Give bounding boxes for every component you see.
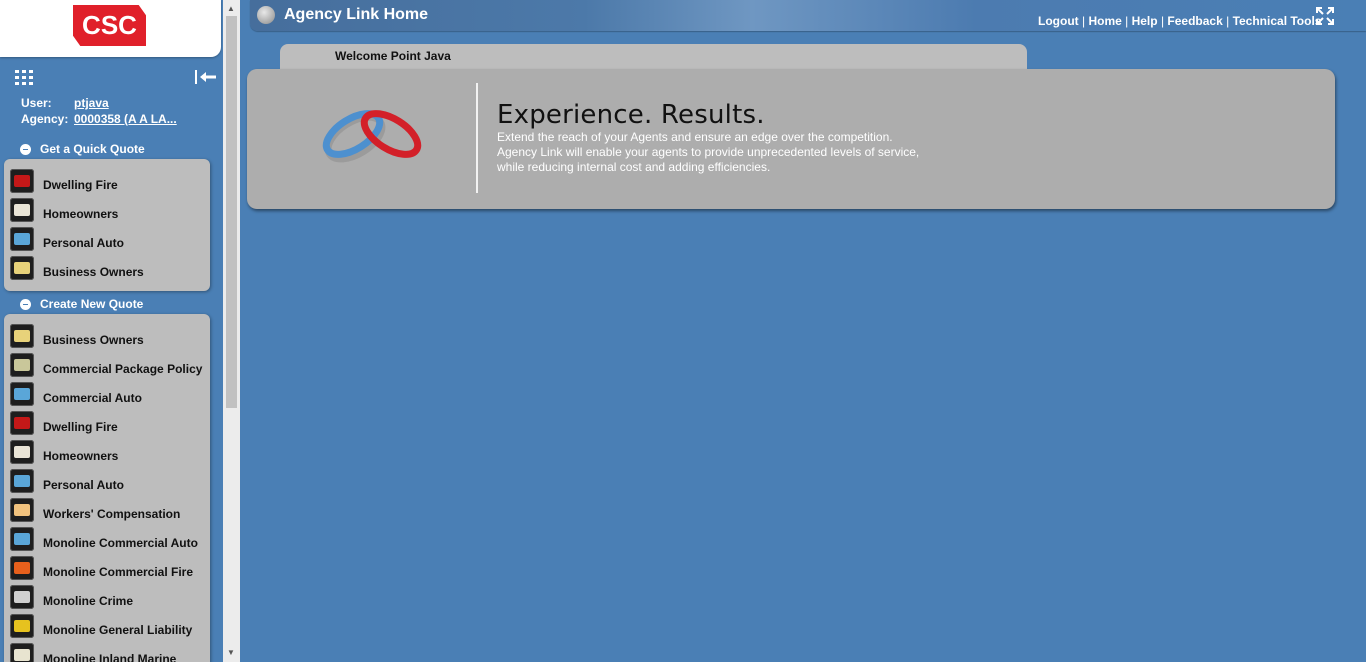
homeowners-icon — [10, 440, 34, 464]
monoline-commercial-auto-icon — [10, 527, 34, 551]
sidebar-item-business-owners[interactable]: Business Owners — [10, 322, 144, 348]
welcome-banner: Experience. Results. Extend the reach of… — [247, 69, 1335, 209]
scroll-down-arrow-icon[interactable]: ▼ — [227, 648, 235, 657]
logout-link[interactable]: Logout — [1038, 14, 1079, 28]
csc-logo: CSC — [73, 5, 146, 46]
banner-tagline-3: while reducing internal cost and adding … — [497, 160, 771, 174]
page-title: Agency Link Home — [284, 6, 429, 23]
commercial-auto-icon — [10, 382, 34, 406]
sidebar-item-personal-auto[interactable]: Personal Auto — [10, 467, 124, 493]
sidebar-item-dwelling-fire[interactable]: Dwelling Fire — [10, 409, 118, 435]
welcome-text: Welcome Point Java — [335, 49, 451, 63]
sidebar-item-label: Monoline Commercial Fire — [43, 565, 194, 579]
chain-links-logo-icon — [322, 110, 422, 163]
quick-quote-toggle[interactable]: Get a Quick Quote — [20, 142, 145, 156]
sidebar-item-commercial-auto[interactable]: Commercial Auto — [10, 380, 142, 406]
new-quote-toggle[interactable]: Create New Quote — [20, 297, 143, 311]
monoline-general-liability-icon — [10, 614, 34, 638]
monoline-inland-marine-icon — [10, 643, 34, 662]
sidebar-item-monoline-commercial-fire[interactable]: Monoline Commercial Fire — [10, 554, 193, 580]
monoline-commercial-fire-icon — [10, 556, 34, 580]
personal-auto-icon — [10, 469, 34, 493]
sidebar-item-label: Business Owners — [43, 265, 144, 279]
banner-divider — [476, 83, 478, 193]
banner-tagline-2: Agency Link will enable your agents to p… — [497, 145, 920, 159]
collapse-minus-icon — [20, 298, 31, 310]
sidebar-item-label: Homeowners — [43, 207, 119, 221]
new-quote-heading: Create New Quote — [40, 297, 144, 311]
sidebar-item-label: Monoline General Liability — [43, 623, 193, 637]
sidebar: CSC User: ptjava Agency: 0000358 (A A LA..… — [0, 0, 222, 662]
scrollbar-thumb[interactable] — [226, 16, 237, 408]
app-grid-icon[interactable] — [15, 70, 33, 85]
sidebar-item-monoline-crime[interactable]: Monoline Crime — [10, 583, 133, 609]
top-links: Logout | Home | Help | Feedback | Techni… — [1038, 14, 1322, 28]
banner-tagline-1: Extend the reach of your Agents and ensu… — [497, 130, 893, 144]
sidebar-item-label: Personal Auto — [43, 478, 124, 492]
fullscreen-expand-icon[interactable] — [1315, 6, 1335, 26]
sidebar-item-label: Commercial Package Policy — [43, 362, 203, 376]
sidebar-item-workers-compensation[interactable]: Workers' Compensation — [10, 496, 180, 522]
user-link[interactable]: ptjava — [74, 96, 109, 110]
quick-quote-heading: Get a Quick Quote — [40, 142, 145, 156]
quick-quote-panel: Dwelling Fire Homeowners Personal Auto Busi… — [4, 159, 210, 291]
feedback-link[interactable]: Feedback — [1167, 14, 1222, 28]
banner-headline: Experience. Results. — [497, 100, 765, 130]
sidebar-item-label: Dwelling Fire — [43, 178, 118, 192]
dwelling-fire-icon — [10, 169, 34, 193]
collapse-sidebar-icon[interactable] — [194, 69, 218, 85]
sidebar-item-homeowners[interactable]: Homeowners — [10, 438, 118, 464]
agency-link[interactable]: 0000358 (A A LA... — [74, 112, 177, 126]
dwelling-fire-icon — [10, 411, 34, 435]
sidebar-item-business-owners[interactable]: Business Owners — [10, 254, 144, 280]
logo-area: CSC — [0, 0, 221, 57]
agency-label: Agency: — [21, 112, 69, 126]
sidebar-item-personal-auto[interactable]: Personal Auto — [10, 225, 124, 251]
help-link[interactable]: Help — [1132, 14, 1158, 28]
new-quote-panel: Business Owners Commercial Package Policy… — [4, 314, 210, 662]
sidebar-item-label: Workers' Compensation — [43, 507, 181, 521]
sidebar-item-label: Business Owners — [43, 333, 144, 347]
sidebar-item-label: Monoline Commercial Auto — [43, 536, 198, 550]
sidebar-scrollbar[interactable]: ▲ ▼ — [223, 0, 240, 662]
user-label: User: — [21, 96, 52, 110]
sidebar-item-label: Dwelling Fire — [43, 420, 118, 434]
business-owners-icon — [10, 256, 34, 280]
sidebar-item-label: Monoline Inland Marine — [43, 652, 177, 662]
technical-tools-link[interactable]: Technical Tools — [1233, 14, 1322, 28]
sidebar-item-label: Homeowners — [43, 449, 119, 463]
sidebar-item-commercial-package-policy[interactable]: Commercial Package Policy — [10, 351, 202, 377]
sidebar-item-label: Personal Auto — [43, 236, 124, 250]
sidebar-item-monoline-commercial-auto[interactable]: Monoline Commercial Auto — [10, 525, 198, 551]
sidebar-item-dwelling-fire[interactable]: Dwelling Fire — [10, 167, 118, 193]
homeowners-icon — [10, 198, 34, 222]
sidebar-item-monoline-general-liability[interactable]: Monoline General Liability — [10, 612, 192, 638]
sidebar-item-label: Monoline Crime — [43, 594, 134, 608]
business-owners-icon — [10, 324, 34, 348]
scroll-up-arrow-icon[interactable]: ▲ — [227, 4, 235, 13]
commercial-package-icon — [10, 353, 34, 377]
workers-comp-icon — [10, 498, 34, 522]
personal-auto-icon — [10, 227, 34, 251]
home-link[interactable]: Home — [1088, 14, 1121, 28]
sidebar-item-monoline-inland-marine[interactable]: Monoline Inland Marine — [10, 641, 176, 662]
agency-row: Agency: 0000358 (A A LA... — [21, 112, 177, 126]
user-row: User: ptjava — [21, 96, 109, 110]
sidebar-item-label: Commercial Auto — [43, 391, 142, 405]
sidebar-item-homeowners[interactable]: Homeowners — [10, 196, 118, 222]
welcome-tab: Welcome Point Java — [280, 44, 1027, 70]
collapse-minus-icon — [20, 143, 31, 155]
globe-icon — [257, 6, 275, 24]
monoline-crime-icon — [10, 585, 34, 609]
